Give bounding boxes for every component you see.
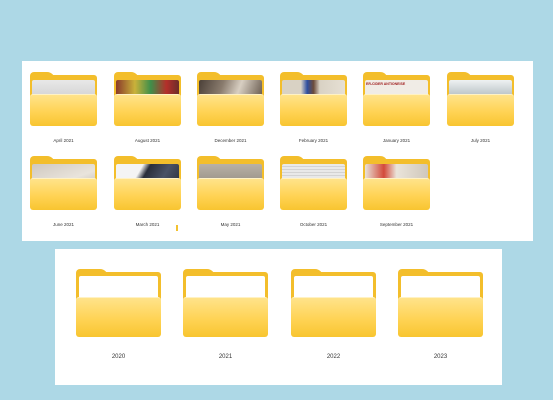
folder-2022[interactable] [291, 269, 376, 337]
folder-october-2021[interactable] [280, 156, 347, 210]
folder-icon [114, 177, 181, 210]
folder-september-2021[interactable] [363, 156, 430, 210]
folder-icon [197, 93, 264, 126]
folder-may-2021[interactable] [197, 156, 264, 210]
folder-label-july-2021: July 2021 [470, 138, 491, 143]
selection-marker [176, 225, 178, 231]
folder-label-september-2021: September 2021 [379, 222, 414, 227]
folder-february-2021[interactable] [280, 72, 347, 126]
folder-label-2020: 2020 [111, 354, 126, 360]
folder-label-march-2021: March 2021 [135, 222, 160, 227]
folder-icon [280, 93, 347, 126]
folder-march-2021[interactable] [114, 156, 181, 210]
folder-icon [398, 296, 483, 337]
folder-icon [30, 93, 97, 126]
folder-april-2021[interactable] [30, 72, 97, 126]
folder-label-february-2021: February 2021 [298, 138, 329, 143]
folder-2023[interactable] [398, 269, 483, 337]
folder-icon [291, 296, 376, 337]
folder-icon [363, 177, 430, 210]
folder-label-may-2021: May 2021 [220, 222, 241, 227]
monthly-folders-panel: April 2021 August 2021 December 2021 Feb… [22, 61, 533, 241]
folder-icon [114, 93, 181, 126]
folder-icon [197, 177, 264, 210]
folder-december-2021[interactable] [197, 72, 264, 126]
folder-label-2023: 2023 [433, 354, 448, 360]
yearly-folders-panel: 2020 2021 2022 2023 [55, 249, 502, 385]
folder-label-october-2021: October 2021 [299, 222, 328, 227]
folder-august-2021[interactable] [114, 72, 181, 126]
folder-icon [76, 296, 161, 337]
folder-icon [447, 93, 514, 126]
folder-january-2021[interactable]: ER-CIDER ANTIONEISE [363, 72, 430, 126]
folder-label-january-2021: January 2021 [382, 138, 411, 143]
folder-label-april-2021: April 2021 [53, 138, 74, 143]
folder-2020[interactable] [76, 269, 161, 337]
folder-icon [183, 296, 268, 337]
folder-june-2021[interactable] [30, 156, 97, 210]
folder-label-december-2021: December 2021 [214, 138, 247, 143]
folder-2021[interactable] [183, 269, 268, 337]
folder-icon [30, 177, 97, 210]
folder-label-june-2021: June 2021 [52, 222, 75, 227]
folder-label-august-2021: August 2021 [134, 138, 161, 143]
folder-label-2022: 2022 [326, 354, 341, 360]
thumbnail-caption: ER-CIDER ANTIONEISE [366, 82, 406, 86]
folder-icon [363, 93, 430, 126]
folder-label-2021: 2021 [218, 354, 233, 360]
folder-july-2021[interactable] [447, 72, 514, 126]
folder-icon [280, 177, 347, 210]
